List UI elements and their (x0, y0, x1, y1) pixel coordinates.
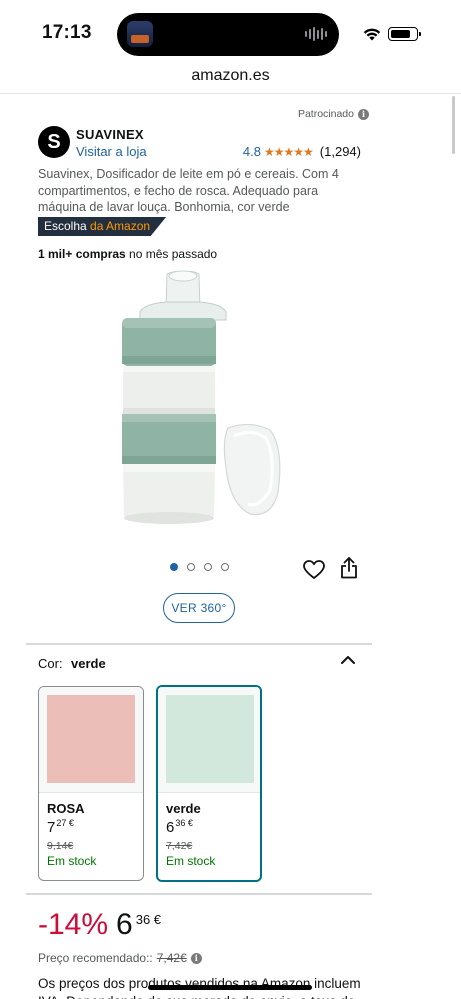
rating-value: 4.8 (242, 144, 261, 159)
purchase-count-bold: 1 mil+ compras (38, 247, 126, 261)
star-rating-icon: ★★★★★ (264, 144, 314, 159)
image-carousel-dots[interactable] (170, 563, 229, 571)
rating-row[interactable]: 4.8 ★★★★★ (1,294) (243, 144, 361, 159)
purchase-count: 1 mil+ compras no mês passado (38, 247, 217, 261)
view-360-button[interactable]: VER 360° (163, 593, 235, 623)
swatch-stock: Em stock (166, 854, 216, 868)
swatch-image-area (39, 687, 143, 793)
purchase-count-rest: no mês passado (125, 247, 218, 261)
section-divider (26, 893, 372, 895)
clock: 17:13 (42, 22, 92, 43)
swatch-price-dec: 27 € (56, 818, 74, 828)
product-title[interactable]: Suavinex, Dosificador de leite em pó e c… (38, 166, 368, 216)
price-integer: 6 (116, 908, 133, 941)
address-bar[interactable]: amazon.es (0, 62, 461, 94)
info-icon[interactable]: i (358, 108, 369, 120)
dynamic-island[interactable] (117, 13, 339, 56)
battery-icon (388, 27, 421, 41)
review-count: (1,294) (319, 144, 361, 159)
section-divider (26, 643, 372, 645)
sponsored-text: Patrocinado (297, 108, 354, 120)
swatch-stock: Em stock (47, 854, 97, 868)
carousel-dot-3[interactable] (204, 563, 212, 571)
swatch-old-price: 9,14€ (47, 840, 74, 852)
price-decimal: 36 € (135, 912, 162, 927)
swatch-old-price: 7,42€ (166, 840, 193, 852)
carousel-dot-2[interactable] (187, 563, 195, 571)
amazon-choice-badge: Escolha da Amazon (38, 217, 167, 236)
status-bar: 17:13 (0, 0, 461, 62)
heart-icon[interactable] (303, 560, 325, 580)
page-scrollbar[interactable] (452, 96, 455, 154)
recommended-price: Preço recomendado:: 7,42€ i (38, 951, 202, 965)
brand-logo[interactable]: S (38, 126, 70, 158)
carousel-dot-1[interactable] (170, 563, 178, 571)
home-indicator[interactable] (148, 985, 312, 990)
price-row: -14% 6 36 € (38, 908, 161, 942)
info-icon[interactable]: i (190, 952, 202, 964)
swatch-price: 636 € (158, 816, 260, 836)
swatch-price-int: 7 (47, 819, 56, 836)
badge-accent: da Amazon (90, 219, 151, 233)
swatch-image-area (158, 687, 260, 793)
swatch-price-int: 6 (166, 819, 175, 836)
visit-store-link[interactable]: Visitar a loja (76, 144, 147, 159)
swatch-name: verde (166, 801, 201, 816)
color-option-rosa[interactable]: ROSA 727 € 9,14€ Em stock (38, 686, 144, 881)
now-playing-app-icon (127, 21, 153, 47)
color-selected-value: verde (71, 656, 106, 671)
product-image[interactable] (110, 268, 290, 530)
brand-logo-letter: S (47, 130, 61, 153)
share-icon[interactable] (340, 557, 358, 579)
color-label: Cor: (38, 656, 63, 671)
discount-percent: -14% (38, 908, 109, 941)
carousel-dot-4[interactable] (221, 563, 229, 571)
recommended-price-label: Preço recomendado:: (38, 951, 153, 965)
wifi-icon (363, 28, 381, 41)
brand-name[interactable]: SUAVINEX (76, 127, 144, 142)
chevron-up-icon[interactable] (340, 654, 356, 666)
swatch-price: 727 € (39, 816, 143, 836)
address-url[interactable]: amazon.es (191, 67, 269, 84)
swatch-name: ROSA (47, 801, 85, 816)
color-option-verde[interactable]: verde 636 € 7,42€ Em stock (156, 685, 262, 882)
swatch-price-dec: 36 € (175, 818, 193, 828)
badge-prefix: Escolha (44, 219, 91, 233)
recommended-price-value: 7,42€ (156, 951, 187, 965)
sponsored-label[interactable]: Patrocinado i (298, 108, 369, 120)
audio-waveform-icon (305, 26, 327, 42)
swatch-rosa (47, 695, 135, 783)
swatch-verde (166, 695, 254, 783)
